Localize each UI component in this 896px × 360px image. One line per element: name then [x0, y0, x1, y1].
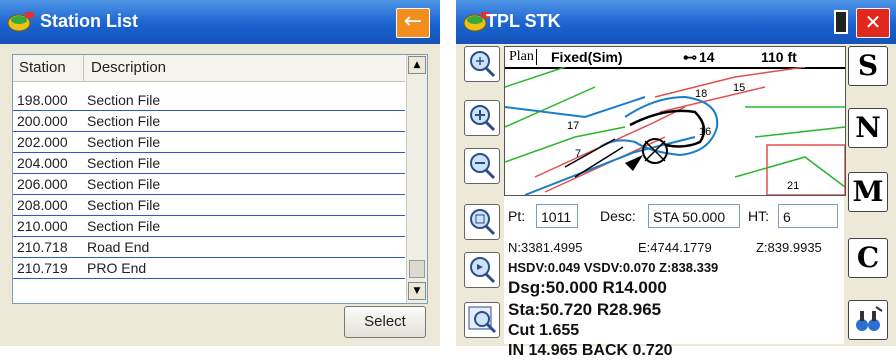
table-row[interactable]: 208.000 Section File [13, 195, 405, 216]
design-station: Dsg:50.000 R14.000 [508, 278, 667, 297]
satellite-count: 14 [699, 49, 715, 65]
back-button[interactable]: ← [396, 8, 430, 38]
pt-label: Pt: [508, 208, 526, 224]
map-label: 18 [695, 88, 707, 100]
map-label: 21 [787, 180, 799, 192]
stake-info-panel: Pt: 1011 Desc: STA 50.000 HT: 6 N:3381.4… [504, 196, 844, 359]
station-cell: 208.000 [17, 197, 68, 213]
description-cell: Section File [87, 155, 161, 171]
station-cell: 198.000 [17, 92, 68, 108]
zoom-center-icon [468, 306, 497, 334]
scroll-thumb[interactable] [409, 260, 425, 278]
northing-value: N:3381.4995 [508, 240, 583, 255]
map-label: 7 [575, 148, 581, 160]
station-list-window: Station List ← Station Description 198.0… [0, 0, 440, 346]
map-label: 16 [699, 126, 711, 138]
elevation-value: Z:839.9935 [756, 240, 822, 255]
plan-map-view[interactable]: Plan Fixed(Sim) ⊷ 14 110 ft 18 15 17 16 … [504, 46, 846, 196]
station-cell: 202.000 [17, 134, 68, 150]
description-cell: Section File [87, 113, 161, 129]
binoculars-icon [856, 306, 883, 331]
view-mode-label[interactable]: Plan [509, 49, 537, 65]
easting-value: E:4744.1779 [638, 240, 712, 255]
description-cell: Road End [87, 239, 150, 255]
table-header: Station Description [13, 55, 405, 82]
station-cell: 210.719 [17, 260, 68, 276]
app-logo-icon [7, 12, 34, 32]
station-cell: 200.000 [17, 113, 68, 129]
description-field[interactable]: STA 50.000 [648, 204, 740, 228]
zoom-in-button[interactable] [464, 100, 500, 136]
stakeout-window: TPL STK ✕ Plan Fixed(Sim) ⊷ 14 110 ft 18… [456, 0, 896, 359]
description-cell: Section File [87, 134, 161, 150]
in-back-value: IN 14.965 BACK 0.720 [508, 342, 673, 359]
zoom-center-button[interactable] [464, 302, 500, 338]
zoom-out-icon [470, 153, 496, 180]
column-header-description[interactable]: Description [85, 55, 391, 81]
menu-button[interactable]: M [848, 172, 888, 212]
station-cell: 210.000 [17, 218, 68, 234]
description-cell: Section File [87, 176, 161, 192]
zoom-previous-icon [470, 257, 496, 284]
scroll-up-icon[interactable]: ▲ [408, 56, 426, 74]
zoom-previous-button[interactable] [464, 252, 500, 288]
desc-label: Desc: [600, 208, 636, 224]
description-cell: Section File [87, 197, 161, 213]
zoom-extents-icon [470, 51, 496, 78]
table-row[interactable]: 204.000 Section File [13, 153, 405, 174]
window-title: Station List [40, 11, 138, 31]
ht-label: HT: [748, 208, 769, 224]
title-bar: TPL STK ✕ [456, 0, 896, 44]
table-row[interactable]: 210.000 Section File [13, 216, 405, 237]
station-table: Station Description 198.000 Section File … [12, 54, 428, 304]
map-status-bar: Plan Fixed(Sim) ⊷ 14 110 ft [505, 47, 845, 69]
close-button[interactable]: ✕ [856, 8, 890, 38]
title-bar: Station List ← [0, 0, 440, 44]
zoom-window-button[interactable] [464, 204, 500, 240]
next-button[interactable]: N [848, 108, 888, 148]
table-row[interactable]: 200.000 Section File [13, 111, 405, 132]
survey-tool-button[interactable] [848, 300, 888, 340]
scroll-down-icon[interactable]: ▼ [408, 282, 426, 300]
current-station: Sta:50.720 R28.965 [508, 300, 662, 319]
gps-fix-status: Fixed(Sim) [551, 49, 623, 65]
station-cell: 204.000 [17, 155, 68, 171]
zoom-window-icon [470, 209, 496, 236]
station-cell: 210.718 [17, 239, 68, 255]
configure-button[interactable]: C [848, 238, 888, 278]
battery-icon [834, 10, 848, 34]
store-button[interactable]: S [848, 46, 888, 86]
description-cell: PRO End [87, 260, 147, 276]
zoom-extents-button[interactable] [464, 46, 500, 82]
description-cell: Section File [87, 92, 161, 108]
table-row[interactable]: 198.000 Section File [13, 90, 405, 111]
satellite-icon: ⊷ [683, 49, 697, 65]
station-cell: 206.000 [17, 176, 68, 192]
cut-fill-value: Cut 1.655 [508, 322, 580, 339]
zoom-in-icon [470, 105, 496, 132]
select-button[interactable]: Select [344, 306, 426, 338]
table-body: 198.000 Section File 200.000 Section File … [13, 90, 405, 279]
description-cell: Section File [87, 218, 161, 234]
map-drawing: 18 15 17 16 7 21 [505, 67, 845, 195]
table-row[interactable]: 210.718 Road End [13, 237, 405, 258]
column-header-station[interactable]: Station [13, 55, 84, 81]
map-label: 17 [567, 120, 579, 132]
table-row[interactable]: 206.000 Section File [13, 174, 405, 195]
point-number-field[interactable]: 1011 [536, 204, 578, 228]
table-row[interactable]: 210.719 PRO End [13, 258, 405, 279]
vertical-scrollbar[interactable]: ▲ ▼ [406, 55, 427, 303]
map-scale: 110 ft [761, 49, 797, 65]
zoom-out-button[interactable] [464, 148, 500, 184]
window-title: TPL STK [486, 11, 561, 31]
accuracy-readout: HSDV:0.049 VSDV:0.070 Z:838.339 [508, 260, 719, 275]
map-label: 15 [733, 82, 745, 94]
table-row[interactable]: 202.000 Section File [13, 132, 405, 153]
height-field[interactable]: 6 [778, 204, 838, 228]
